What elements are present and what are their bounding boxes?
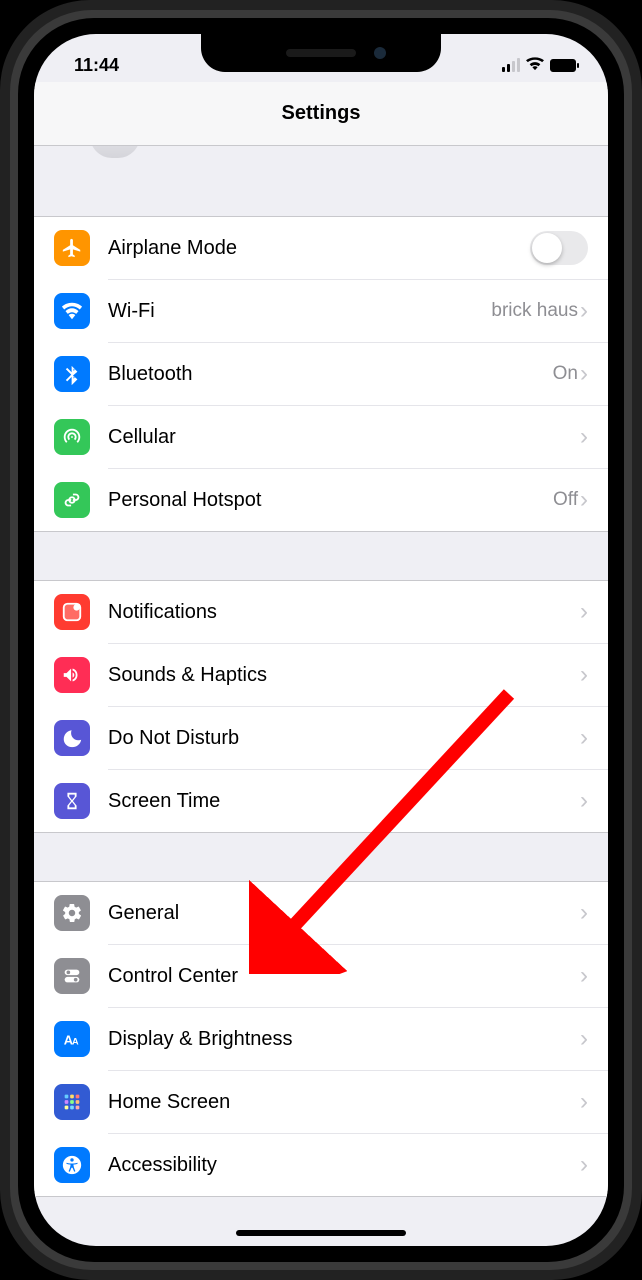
row-accessibility[interactable]: Accessibility ›: [34, 1134, 608, 1196]
row-screen-time[interactable]: Screen Time ›: [34, 770, 608, 832]
chevron-right-icon: ›: [580, 661, 588, 689]
row-display-brightness[interactable]: AA Display & Brightness ›: [34, 1008, 608, 1070]
text-size-icon: AA: [54, 1021, 90, 1057]
chevron-right-icon: ›: [580, 1025, 588, 1053]
row-label: Display & Brightness: [108, 1028, 293, 1051]
wifi-status-icon: [526, 55, 544, 76]
row-label: Notifications: [108, 601, 217, 624]
airplane-toggle[interactable]: [530, 231, 588, 265]
row-label: Do Not Disturb: [108, 727, 239, 750]
chevron-right-icon: ›: [580, 598, 588, 626]
hourglass-icon: [54, 783, 90, 819]
chevron-right-icon: ›: [580, 297, 588, 325]
app-grid-icon: [54, 1084, 90, 1120]
row-label: Bluetooth: [108, 363, 193, 386]
cellular-icon: [54, 419, 90, 455]
sound-icon: [54, 657, 90, 693]
chevron-right-icon: ›: [580, 962, 588, 990]
chevron-right-icon: ›: [580, 423, 588, 451]
chevron-right-icon: ›: [580, 899, 588, 927]
chevron-right-icon: ›: [580, 787, 588, 815]
row-label: Airplane Mode: [108, 237, 237, 260]
row-label: Cellular: [108, 426, 176, 449]
row-label: Home Screen: [108, 1091, 230, 1114]
row-label: Wi-Fi: [108, 300, 155, 323]
gear-icon: [54, 895, 90, 931]
toggles-icon: [54, 958, 90, 994]
row-label: General: [108, 902, 179, 925]
nav-header: Settings: [34, 82, 608, 146]
chevron-right-icon: ›: [580, 486, 588, 514]
settings-list[interactable]: Airplane Mode Wi-Fi brick haus ›: [34, 146, 608, 1246]
row-general[interactable]: General ›: [34, 882, 608, 944]
row-wifi[interactable]: Wi-Fi brick haus ›: [34, 280, 608, 342]
page-title: Settings: [282, 102, 361, 125]
airplane-icon: [54, 230, 90, 266]
row-label: Control Center: [108, 965, 238, 988]
row-label: Accessibility: [108, 1154, 217, 1177]
settings-group-notifications: Notifications › Sounds & Haptics ›: [34, 580, 608, 833]
notch: [201, 34, 441, 72]
chevron-right-icon: ›: [580, 1088, 588, 1116]
bluetooth-icon: [54, 356, 90, 392]
hotspot-icon: [54, 482, 90, 518]
row-bluetooth[interactable]: Bluetooth On ›: [34, 343, 608, 405]
row-home-screen[interactable]: Home Screen ›: [34, 1071, 608, 1133]
row-airplane-mode[interactable]: Airplane Mode: [34, 217, 608, 279]
battery-icon: [550, 59, 576, 72]
chevron-right-icon: ›: [580, 724, 588, 752]
row-cellular[interactable]: Cellular ›: [34, 406, 608, 468]
chevron-right-icon: ›: [580, 1151, 588, 1179]
row-label: Sounds & Haptics: [108, 664, 267, 687]
row-sounds-haptics[interactable]: Sounds & Haptics ›: [34, 644, 608, 706]
row-detail: brick haus: [491, 300, 578, 322]
svg-text:A: A: [72, 1037, 79, 1047]
screen: 11:44 Settings: [34, 34, 608, 1246]
row-do-not-disturb[interactable]: Do Not Disturb ›: [34, 707, 608, 769]
row-label: Screen Time: [108, 790, 220, 813]
moon-icon: [54, 720, 90, 756]
row-notifications[interactable]: Notifications ›: [34, 581, 608, 643]
row-personal-hotspot[interactable]: Personal Hotspot Off ›: [34, 469, 608, 531]
home-indicator[interactable]: [236, 1230, 406, 1236]
phone-frame: 11:44 Settings: [0, 0, 642, 1280]
wifi-icon: [54, 293, 90, 329]
row-detail: Off: [553, 489, 578, 511]
accessibility-icon: [54, 1147, 90, 1183]
row-control-center[interactable]: Control Center ›: [34, 945, 608, 1007]
row-label: Personal Hotspot: [108, 489, 261, 512]
row-detail: On: [553, 363, 578, 385]
cell-signal-icon: [502, 58, 520, 72]
notifications-icon: [54, 594, 90, 630]
status-time: 11:44: [74, 55, 119, 76]
settings-group-connectivity: Airplane Mode Wi-Fi brick haus ›: [34, 216, 608, 532]
chevron-right-icon: ›: [580, 360, 588, 388]
settings-group-general: General › Control Center ›: [34, 881, 608, 1197]
